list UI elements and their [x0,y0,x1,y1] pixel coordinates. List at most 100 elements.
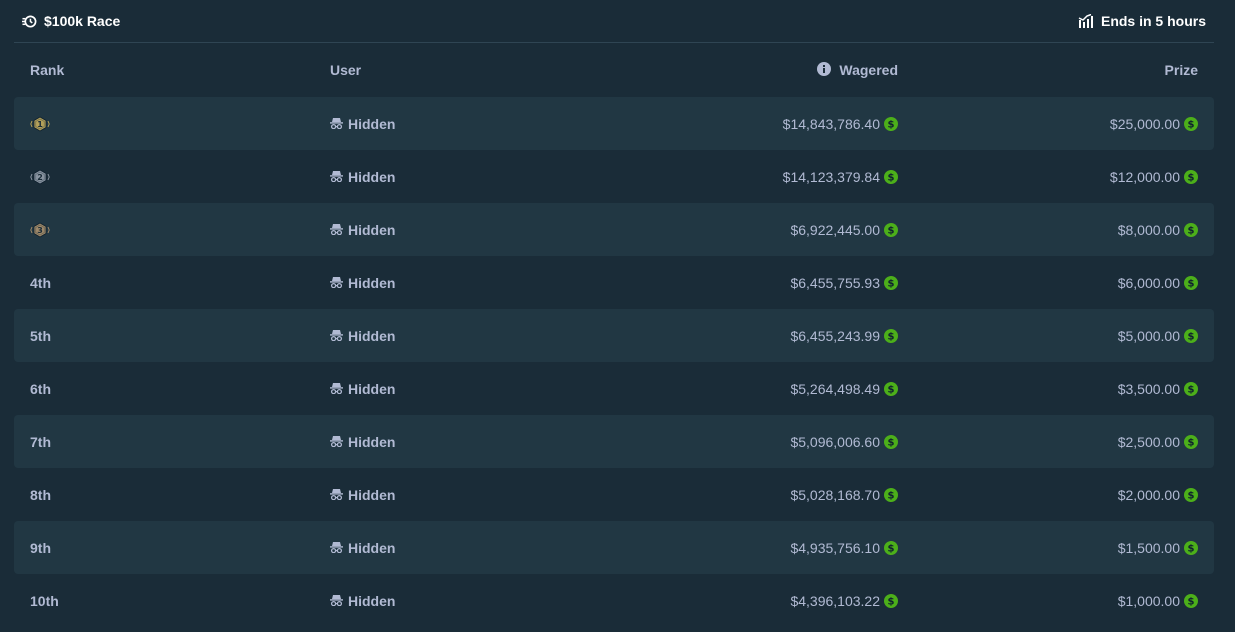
user-cell[interactable]: Hidden [330,362,395,415]
medal-rank-number: 2 [37,173,43,182]
user-name: Hidden [348,168,396,185]
prize-cell: $5,000.00 $ [1118,309,1198,362]
prize-cell: $1,500.00 $ [1118,521,1198,574]
dollar-coin-icon: $ [884,328,898,343]
race-icon [22,14,37,29]
prize-amount: $1,500.00 [1117,539,1180,556]
rank-label: 8th [30,486,51,503]
wagered-amount: $5,096,006.60 [790,433,880,450]
user-cell[interactable]: Hidden [330,468,395,521]
dollar-coin-icon: $ [1184,328,1198,343]
user-name: Hidden [348,539,396,556]
rank-cell: 1 [30,97,50,150]
dollar-coin-icon: $ [1184,275,1198,290]
wagered-cell: $5,096,006.60 $ [790,415,898,468]
column-header-prize: Prize [1164,62,1198,78]
prize-cell: $2,500.00 $ [1118,415,1198,468]
user-name: Hidden [348,433,396,450]
rank-cell: 9th [30,521,51,574]
user-cell[interactable]: Hidden [330,150,395,203]
rank-label: 5th [30,327,51,344]
user-cell[interactable]: Hidden [330,574,395,627]
prize-cell: $6,000.00 $ [1118,256,1198,309]
svg-text:$: $ [888,437,895,448]
table-row: 9th Hidden $4,935,756.10 $ $1,500.00 $ [14,521,1214,574]
chart-icon [1078,14,1093,28]
svg-text:$: $ [1188,331,1195,342]
prize-amount: $6,000.00 [1117,274,1180,291]
prize-cell: $3,500.00 $ [1118,362,1198,415]
dollar-coin-icon: $ [1184,593,1198,608]
table-row: 10th Hidden $4,396,103.22 $ $1,000.00 $ [14,574,1214,627]
user-cell[interactable]: Hidden [330,521,395,574]
user-name: Hidden [348,486,396,503]
table-row: 6th Hidden $5,264,498.49 $ $3,500.00 $ [14,362,1214,415]
medal-bronze-icon: 3 [30,222,50,237]
user-name: Hidden [348,221,396,238]
svg-text:$: $ [888,384,895,395]
wagered-cell: $5,264,498.49 $ [790,362,898,415]
user-cell[interactable]: Hidden [330,309,395,362]
prize-amount: $8,000.00 [1117,221,1180,238]
user-cell[interactable]: Hidden [330,415,395,468]
wagered-amount: $14,843,786.40 [782,115,880,132]
wagered-cell: $6,455,755.93 $ [790,256,898,309]
rank-label: 9th [30,539,51,556]
info-icon[interactable] [817,61,832,79]
svg-text:$: $ [888,278,895,289]
svg-text:$: $ [1188,543,1195,554]
incognito-icon [330,489,343,500]
race-header: $100k Race Ends in 5 hours [14,0,1214,43]
table-row: 1 Hidden $14,843,786.40 $ $25,000.00 $ [14,97,1214,150]
column-header-wagered: Wagered [817,44,898,96]
race-title-group[interactable]: $100k Race [14,13,120,29]
prize-cell: $2,000.00 $ [1118,468,1198,521]
svg-text:$: $ [888,543,895,554]
wagered-amount: $14,123,379.84 [782,168,880,185]
dollar-coin-icon: $ [884,222,898,237]
user-name: Hidden [348,327,396,344]
rank-cell: 6th [30,362,51,415]
user-cell[interactable]: Hidden [330,203,395,256]
incognito-icon [330,595,343,606]
dollar-coin-icon: $ [1184,169,1198,184]
wagered-cell: $6,922,445.00 $ [790,203,898,256]
dollar-coin-icon: $ [1184,434,1198,449]
table-row: 5th Hidden $6,455,243.99 $ $5,000.00 $ [14,309,1214,362]
dollar-coin-icon: $ [1184,487,1198,502]
prize-cell: $8,000.00 $ [1118,203,1198,256]
column-header-user: User [330,62,362,78]
incognito-icon [330,383,343,394]
dollar-coin-icon: $ [884,169,898,184]
dollar-coin-icon: $ [1184,540,1198,555]
race-title: $100k Race [44,13,121,29]
rank-label: 4th [30,274,51,291]
column-header-wagered-label: Wagered [839,62,898,78]
table-row: 8th Hidden $5,028,168.70 $ $2,000.00 $ [14,468,1214,521]
svg-text:$: $ [888,596,895,607]
svg-text:$: $ [888,490,895,501]
svg-text:$: $ [888,119,895,130]
incognito-icon [330,542,343,553]
user-cell[interactable]: Hidden [330,97,395,150]
svg-text:$: $ [888,225,895,236]
dollar-coin-icon: $ [884,381,898,396]
wagered-cell: $4,396,103.22 $ [790,574,898,627]
user-name: Hidden [348,592,396,609]
user-cell[interactable]: Hidden [330,256,395,309]
svg-text:$: $ [1188,437,1195,448]
dollar-coin-icon: $ [884,540,898,555]
wagered-cell: $14,843,786.40 $ [783,97,898,150]
incognito-icon [330,330,343,341]
wagered-cell: $14,123,379.84 $ [783,150,898,203]
prize-cell: $1,000.00 $ [1118,574,1198,627]
prize-amount: $12,000.00 [1109,168,1180,185]
leaderboard-header-row: Rank User Wagered Prize [14,44,1214,96]
wagered-amount: $5,264,498.49 [790,380,880,397]
svg-text:$: $ [1188,119,1195,130]
prize-amount: $5,000.00 [1117,327,1180,344]
leaderboard-table-body: 1 Hidden $14,843,786.40 $ $25,000.00 $2 Hidden… [14,97,1214,627]
rank-cell: 2 [30,150,50,203]
svg-text:$: $ [1188,596,1195,607]
user-name: Hidden [348,380,396,397]
